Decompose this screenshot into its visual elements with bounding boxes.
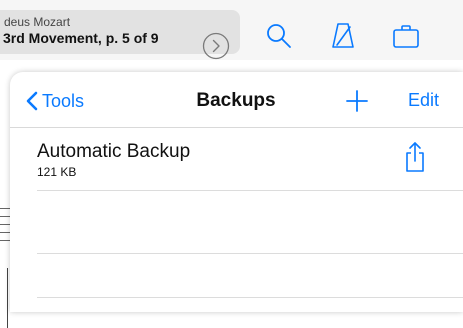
metronome-icon[interactable] (328, 21, 358, 51)
empty-list-row (37, 190, 463, 254)
popover-title: Backups (196, 90, 276, 111)
top-toolbar: deus Mozart 3rd Movement, p. 5 of 9 (0, 0, 463, 60)
back-label: Tools (42, 90, 85, 111)
edit-button[interactable]: Edit (408, 90, 439, 111)
backup-name: Automatic Backup (37, 141, 191, 162)
backup-size: 121 KB (37, 165, 77, 179)
chevron-left-icon (26, 91, 38, 111)
composer-name: deus Mozart (4, 15, 71, 29)
search-icon[interactable] (264, 21, 294, 51)
score-title-pill[interactable]: deus Mozart 3rd Movement, p. 5 of 9 (0, 10, 240, 60)
next-page-button[interactable] (202, 32, 230, 60)
backups-popover: Tools Backups Edit Automatic Backup 121 … (10, 72, 463, 312)
briefcase-icon[interactable] (391, 21, 421, 51)
popover-nav-bar: Tools Backups Edit (10, 72, 463, 128)
share-icon[interactable] (403, 140, 427, 174)
add-icon[interactable] (345, 89, 369, 113)
empty-list-row (37, 253, 463, 298)
back-tools-button[interactable]: Tools (26, 89, 84, 113)
piece-page-label: 3rd Movement, p. 5 of 9 (3, 30, 159, 46)
